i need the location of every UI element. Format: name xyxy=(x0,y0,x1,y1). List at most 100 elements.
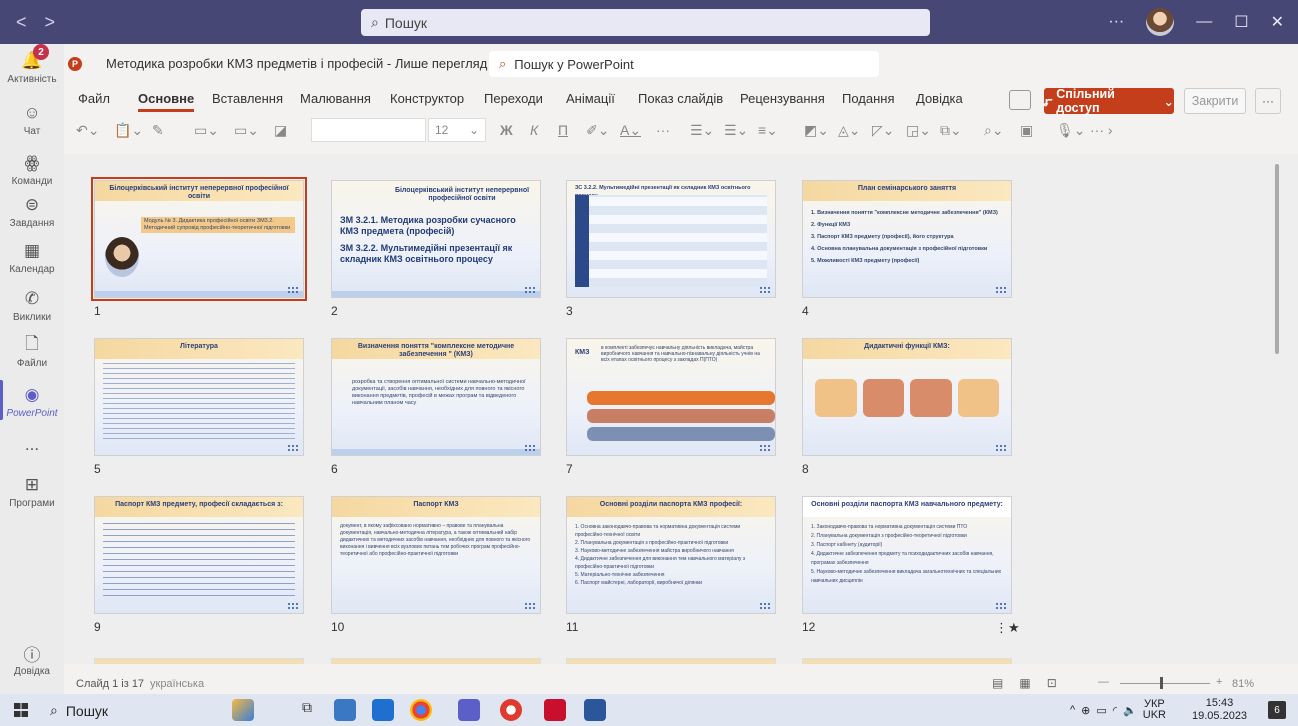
paste-icon[interactable]: 📋⌄ xyxy=(114,122,143,139)
reading-view-icon[interactable]: ⊡ xyxy=(1047,676,1057,690)
dictate-icon[interactable]: 🎙⌄ xyxy=(1056,122,1086,139)
windows-start-icon[interactable] xyxy=(14,703,28,717)
designer-icon[interactable]: ▣ xyxy=(1020,122,1033,139)
zoom-level[interactable]: 81% xyxy=(1232,678,1254,690)
overflow-icon[interactable]: ··· › xyxy=(1090,122,1113,138)
slide-thumbnail-partial[interactable] xyxy=(94,658,304,664)
comments-icon[interactable] xyxy=(1009,90,1031,110)
fill-icon[interactable]: ◬⌄ xyxy=(838,122,861,139)
more-options-icon[interactable]: ··· xyxy=(1255,88,1281,114)
forward-arrow-icon[interactable]: > xyxy=(45,12,56,33)
document-title[interactable]: Методика розробки КМЗ предметів і профес… xyxy=(106,56,502,72)
rail-powerpoint[interactable]: ◉ PowerPoint xyxy=(0,380,64,420)
outline-icon[interactable]: ◸⌄ xyxy=(872,122,895,139)
tab-transitions[interactable]: Переходи xyxy=(484,91,543,106)
tab-draw[interactable]: Малювання xyxy=(300,91,371,106)
powerpoint-search-input[interactable]: ⌕ Пошук у PowerPoint xyxy=(489,51,879,77)
rail-tasks[interactable]: ⊜ Завдання xyxy=(0,194,64,229)
zoom-slider[interactable] xyxy=(1120,677,1210,689)
slide-thumbnail-partial[interactable] xyxy=(331,658,541,664)
avatar[interactable] xyxy=(1146,8,1175,36)
network-icon[interactable]: ⊕ xyxy=(1081,704,1090,717)
word-icon[interactable] xyxy=(584,699,606,721)
slide-thumbnail-5[interactable]: Література xyxy=(94,338,304,456)
teams-taskbar-icon[interactable] xyxy=(458,699,480,721)
slide-thumbnail-partial[interactable] xyxy=(802,658,1012,664)
slide-thumbnail-8[interactable]: Дидактичні функції КМЗ: xyxy=(802,338,1012,456)
more-font-icon[interactable]: ··· xyxy=(656,122,670,138)
tab-review[interactable]: Рецензування xyxy=(740,91,825,106)
battery-icon[interactable]: ▭ xyxy=(1096,704,1106,717)
bullets-icon[interactable]: ☰⌄ xyxy=(690,122,714,139)
more-options-icon[interactable]: ··· xyxy=(1108,13,1124,31)
slide-thumbnail-4[interactable]: План семінарського заняття 1. Визначення… xyxy=(802,180,1012,298)
arrange-icon[interactable]: ⧉⌄ xyxy=(940,122,962,139)
slide-thumbnail-11[interactable]: Основні розділи паспорта КМЗ професії: 1… xyxy=(566,496,776,614)
vertical-scrollbar[interactable] xyxy=(1275,164,1279,354)
slide-thumbnail-partial[interactable] xyxy=(566,658,776,664)
highlight-icon[interactable]: ✐⌄ xyxy=(586,122,609,139)
chrome-icon[interactable] xyxy=(410,699,432,721)
zoom-in-icon[interactable]: + xyxy=(1216,676,1222,688)
font-color-icon[interactable]: A⌄ xyxy=(620,122,641,139)
format-painter-icon[interactable]: ✎ xyxy=(152,122,164,139)
shapes-icon[interactable]: ◩⌄ xyxy=(804,122,829,139)
numbering-icon[interactable]: ☰⌄ xyxy=(724,122,748,139)
rail-calendar[interactable]: ▦ Календар xyxy=(0,240,64,275)
close-button[interactable]: Закрити xyxy=(1184,88,1246,114)
volume-icon[interactable]: 🔈 xyxy=(1123,704,1137,717)
reset-icon[interactable]: ◪ xyxy=(274,122,287,139)
rail-chat[interactable]: ☺ Чат xyxy=(0,102,64,137)
tab-view[interactable]: Подання xyxy=(842,91,895,106)
effects-icon[interactable]: ◲⌄ xyxy=(906,122,931,139)
input-language[interactable]: УКР UKR xyxy=(1143,699,1166,721)
rail-activity[interactable]: 🔔 2 Активність xyxy=(0,44,64,85)
rail-teams[interactable]: ꙮ Команди xyxy=(0,152,64,187)
rail-files[interactable]: 🗋 Файли xyxy=(0,334,64,370)
maximize-icon[interactable]: ☐ xyxy=(1234,12,1248,32)
back-arrow-icon[interactable]: < xyxy=(16,12,27,33)
close-window-icon[interactable]: ✕ xyxy=(1271,12,1284,32)
slide-thumbnail-1[interactable]: Білоцерківський інститут неперервної про… xyxy=(91,177,307,301)
taskbar-clock[interactable]: 15:43 19.05.2023 xyxy=(1192,697,1247,723)
teams-search-input[interactable]: ⌕ Пошук xyxy=(361,9,930,36)
slide-thumbnail-3[interactable]: ЗС 3.2.2. Мультимедійні презентації як с… xyxy=(566,180,776,298)
mail-icon[interactable] xyxy=(372,699,394,721)
tab-file[interactable]: Файл xyxy=(78,91,110,106)
taskbar-search[interactable]: ⌕ Пошук xyxy=(50,702,108,719)
normal-view-icon[interactable]: ▤ xyxy=(992,676,1003,690)
slide-thumbnail-6[interactable]: Визначення поняття "комплексне методичне… xyxy=(331,338,541,456)
new-slide-icon[interactable]: ▭⌄ xyxy=(194,122,219,139)
rail-apps[interactable]: ⊞ Програми xyxy=(0,474,64,509)
bold-icon[interactable]: Ж xyxy=(500,122,513,138)
tab-slideshow[interactable]: Показ слайдів xyxy=(638,91,723,106)
undo-icon[interactable]: ↶⌄ xyxy=(76,122,99,139)
explorer-icon[interactable] xyxy=(334,699,356,721)
slide-sorter-view-icon[interactable]: ▦ xyxy=(1019,676,1030,690)
font-name-input[interactable] xyxy=(311,118,426,142)
tab-insert[interactable]: Вставлення xyxy=(212,91,283,106)
underline-icon[interactable]: П xyxy=(558,122,568,138)
tab-design[interactable]: Конструктор xyxy=(390,91,464,106)
notifications-icon[interactable]: 6 xyxy=(1268,701,1286,719)
rail-more[interactable]: ... xyxy=(0,434,64,456)
find-icon[interactable]: ⌕⌄ xyxy=(984,122,1004,139)
slide-thumbnail-10[interactable]: Паспорт КМЗ документ, в якому зафіксован… xyxy=(331,496,541,614)
slide-thumbnail-12[interactable]: Основні розділи паспорта КМЗ навчального… xyxy=(802,496,1012,614)
zoom-out-icon[interactable]: — xyxy=(1098,676,1109,688)
slide-thumbnail-2[interactable]: Білоцерківський інститут неперервної про… xyxy=(331,180,541,298)
tab-home[interactable]: Основне xyxy=(138,91,195,112)
share-button[interactable]: ꭊ Спільний доступ ⌄ xyxy=(1044,87,1174,115)
tray-chevron-icon[interactable]: ^ xyxy=(1070,704,1075,716)
font-size-input[interactable]: 12 ⌄ xyxy=(428,118,486,142)
widget-icon[interactable] xyxy=(232,699,254,721)
rail-help[interactable]: ⓘ Довідка xyxy=(0,642,64,678)
task-view-icon[interactable]: ⧉ xyxy=(296,699,318,721)
italic-icon[interactable]: К xyxy=(530,122,538,138)
opera-icon[interactable] xyxy=(500,699,522,721)
language-label[interactable]: українська xyxy=(150,678,204,690)
tab-help[interactable]: Довідка xyxy=(916,91,963,106)
minimize-icon[interactable]: — xyxy=(1196,13,1212,31)
layout-icon[interactable]: ▭⌄ xyxy=(234,122,259,139)
slide-thumbnail-7[interactable]: КМЗ в комплекті забезпечує навчальну дія… xyxy=(566,338,776,456)
